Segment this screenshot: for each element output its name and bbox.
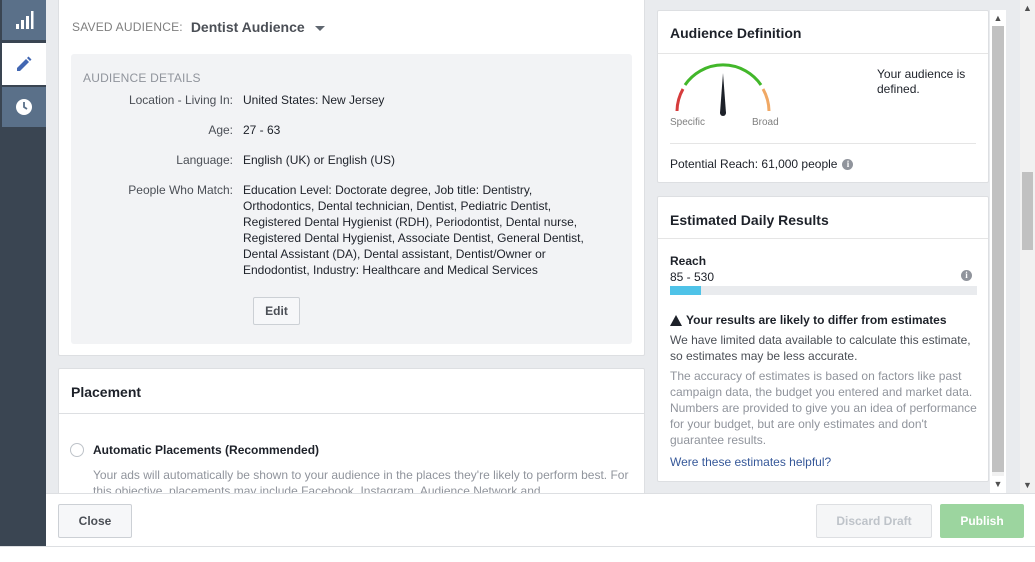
bar-chart-icon [16,11,34,29]
detail-label: People Who Match: [128,183,233,197]
placement-card: Placement Automatic Placements (Recommen… [58,368,645,493]
publish-button[interactable]: Publish [940,504,1024,538]
detail-label: Age: [208,123,233,137]
divider [658,238,988,239]
audience-details-box: AUDIENCE DETAILS Location - Living In: U… [71,54,632,344]
audience-card: SAVED AUDIENCE: Dentist Audience AUDIENC… [58,0,645,356]
detail-row-people-who-match: People Who Match: Education Level: Docto… [71,182,632,278]
gauge-specific-label: Specific [670,117,706,128]
scroll-down-icon[interactable]: ▼ [1020,477,1035,493]
audience-status-text: Your audience is defined. [877,67,966,96]
sidebar-item-edit[interactable] [2,43,46,85]
estimates-helpful-link[interactable]: Were these estimates helpful? [670,455,831,469]
gauge-broad-label: Broad [752,117,779,128]
audience-definition-title: Audience Definition [670,25,802,41]
scroll-down-icon[interactable]: ▼ [990,476,1006,492]
page-scrollbar[interactable]: ▲ ▼ [1020,0,1035,493]
audience-details-title: AUDIENCE DETAILS [83,71,201,85]
warning-icon [670,314,682,326]
discard-draft-button[interactable]: Discard Draft [816,504,932,538]
detail-value: English (UK) or English (US) [243,153,396,167]
main-scroll-area: SAVED AUDIENCE: Dentist Audience AUDIENC… [46,0,1020,493]
saved-audience-row[interactable]: SAVED AUDIENCE: Dentist Audience [72,19,325,35]
close-button[interactable]: Close [58,504,132,538]
detail-value: United States: New Jersey [243,93,385,107]
potential-reach: Potential Reach: 61,000 people i [670,157,854,171]
chevron-down-icon[interactable] [314,25,325,31]
scroll-thumb[interactable] [1022,172,1033,250]
saved-audience-select[interactable]: Dentist Audience [191,19,305,35]
automatic-placements-radio[interactable] [70,443,84,457]
detail-label: Location - Living In: [128,93,233,107]
estimated-results-title: Estimated Daily Results [670,212,829,228]
divider [658,53,988,54]
reach-bar-fill [670,286,701,295]
footer-bar: Close Discard Draft Publish [46,493,1035,546]
detail-row-language: Language: English (UK) or English (US) [71,152,632,168]
automatic-placements-description: Your ads will automatically be shown to … [93,468,629,493]
audience-definition-card: Audience Definition Specific Broad Your … [657,10,989,183]
saved-audience-label: SAVED AUDIENCE: [72,20,183,34]
reach-bar [670,286,977,295]
automatic-placements-label[interactable]: Automatic Placements (Recommended) [93,443,319,457]
pencil-icon [17,56,32,71]
warning-row: Your results are likely to differ from e… [670,313,947,327]
bottom-edge [0,546,1035,562]
clock-icon [16,99,32,115]
divider [59,413,644,414]
detail-row-age: Age: 27 - 63 [71,122,632,138]
reach-range: 85 - 530 [670,270,715,284]
sidebar-item-history[interactable] [2,87,46,127]
warning-title: Your results are likely to differ from e… [686,313,947,327]
sidebar [0,0,46,546]
divider [670,143,976,144]
right-panel-scrollbar[interactable]: ▲ ▼ [990,10,1006,493]
detail-value: Education Level: Doctorate degree, Job t… [243,183,584,277]
scroll-up-icon[interactable]: ▲ [990,10,1006,26]
audience-gauge-icon [675,63,771,116]
potential-reach-text: Potential Reach: 61,000 people [670,157,838,171]
detail-row-location: Location - Living In: United States: New… [71,92,632,108]
scroll-thumb[interactable] [992,26,1004,472]
estimated-results-card: Estimated Daily Results Reach 85 - 530 i… [657,196,989,482]
warning-text: We have limited data available to calcul… [670,333,971,363]
info-icon[interactable]: i [961,270,972,281]
placement-title: Placement [71,384,142,400]
reach-label: Reach [670,254,707,268]
edit-audience-button[interactable]: Edit [253,297,300,325]
accuracy-text: The accuracy of estimates is based on fa… [670,369,977,447]
scroll-up-icon[interactable]: ▲ [1020,0,1035,16]
detail-value: 27 - 63 [243,123,281,137]
info-icon[interactable]: i [842,158,854,170]
sidebar-item-reports[interactable] [2,0,46,40]
detail-label: Language: [176,153,233,167]
